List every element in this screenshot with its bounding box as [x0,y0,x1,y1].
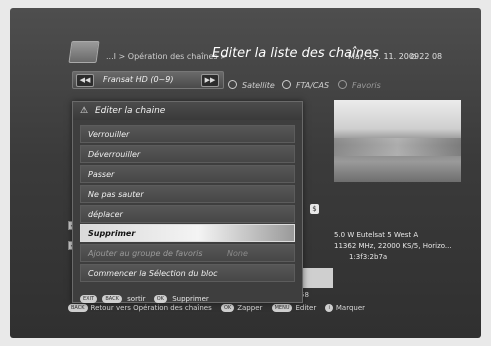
dialog-title: Editer la chaine [95,106,166,116]
menu-item-value: None [227,249,248,259]
menu-item-label: Déverrouiller [88,149,141,159]
menu-item-label: Passer [88,169,115,179]
folder-icon [68,41,100,63]
rewind-icon[interactable]: ◀◀ [76,74,94,87]
back-key-icon: BACK [102,295,122,303]
menu-item[interactable]: Supprimer [80,224,295,243]
exit-key-icon: EXIT [80,295,98,303]
menu-item[interactable]: Ne pas sauter [80,184,295,203]
dialog-header: ⚠ Editer la chaine [73,102,302,120]
tv-screen: ...I > Opération des chaînes > Editer la… [10,8,481,338]
menu-item[interactable]: Verrouiller [80,125,295,143]
breadcrumb: ...I > Opération des chaînes > [106,52,227,61]
info-key-icon: i [325,304,333,312]
menu-item[interactable]: Passer [80,164,295,183]
date-label: Mar, 17. 11. 2009 [348,52,420,61]
edit-menu: Verrouiller Déverrouiller Passer Ne pas sau… [80,125,295,284]
channel-name: Fransat HD (0~9) [103,75,174,84]
channel-selector[interactable]: ◀◀ Fransat HD (0~9) ▶▶ [72,71,224,89]
ok-key-icon: OK [221,304,235,312]
scrambled-badge: $ [310,204,319,214]
filter-fta-cas[interactable]: FTA/CAS [282,80,329,90]
ok-key-icon: OK [153,295,167,303]
menu-item-label: Commencer la Sélection du bloc [88,269,218,279]
filter-satellite[interactable]: Satellite [228,80,275,90]
menu-item-label: déplacer [88,209,123,219]
radio-icon [338,80,347,89]
menu-item-label: Verrouiller [88,130,130,139]
help-bar: BACK Retour vers Opération des chaînes OK… [68,304,372,312]
menu-item-label: Supprimer [88,229,136,239]
menu-item[interactable]: Commencer la Sélection du bloc [80,264,295,283]
edit-channel-dialog: ⚠ Editer la chaine Verrouiller Déverrouil… [72,101,303,303]
menu-item-label: Ne pas sauter [88,189,144,199]
dialog-help: EXIT BACK sortir OK Supprimer [80,295,209,303]
menu-item[interactable]: Ajouter au groupe de favoris None [80,244,295,263]
menu-item[interactable]: déplacer [80,204,295,223]
channel-preview [334,100,461,182]
menu-item[interactable]: Déverrouiller [80,144,295,163]
satellite-info: 5.0 W Eutelsat 5 West A 11362 MHz, 22000… [334,231,452,261]
menu-key-icon: MENU [271,304,293,312]
fast-forward-icon[interactable]: ▶▶ [201,74,219,87]
warning-icon: ⚠ [80,106,89,116]
back-key-icon: BACK [68,304,88,312]
clock-label: ⊙ 22 08 [410,52,443,61]
radio-icon [228,80,237,89]
menu-item-label: Ajouter au groupe de favoris [88,249,203,259]
filter-favoris[interactable]: Favoris [338,80,381,90]
radio-icon [282,80,291,89]
